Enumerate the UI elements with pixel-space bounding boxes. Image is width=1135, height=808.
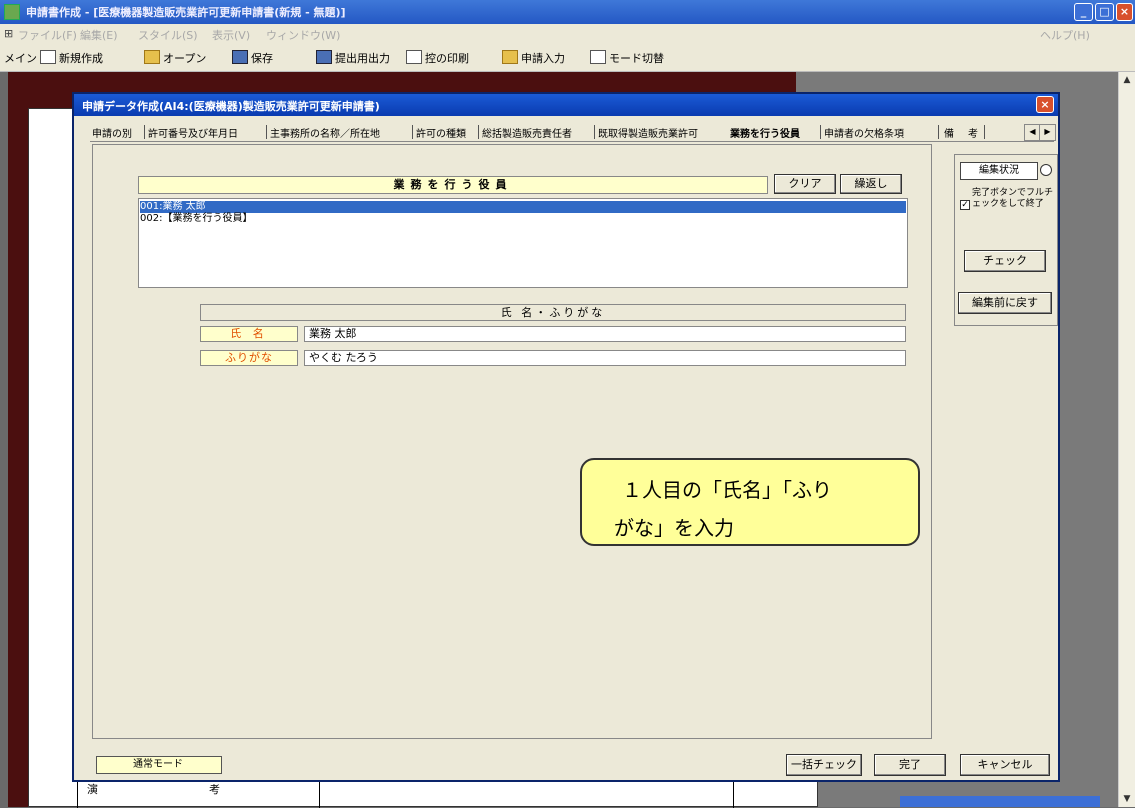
officer-list[interactable]: 001:業務 太郎 002:【業務を行う役員】 bbox=[138, 198, 908, 288]
bulk-check-button[interactable]: 一括チェック bbox=[786, 754, 862, 776]
menu-help[interactable]: ヘルプ(H) bbox=[1040, 27, 1090, 43]
menu-app-icon: ⊞ bbox=[4, 27, 14, 40]
toolbar: メイン 新規作成 オープン 保存 提出用出力 控の印刷 申請入力 モード切替 bbox=[0, 44, 1135, 72]
import-button[interactable]: 申請入力 bbox=[502, 50, 565, 66]
tab-strip: 申請の別 許可番号及び年月日 主事務所の名称／所在地 許可の種類 総括製造販売責… bbox=[90, 122, 1056, 142]
check-button[interactable]: チェック bbox=[964, 250, 1046, 272]
export-button[interactable]: 提出用出力 bbox=[316, 50, 390, 66]
folder-open-icon bbox=[144, 50, 160, 64]
cancel-button[interactable]: キャンセル bbox=[960, 754, 1050, 776]
dialog-title-bar: 申請データ作成(AI4:(医療機器)製造販売業許可更新申請書) × bbox=[74, 94, 1058, 116]
tab-main-office[interactable]: 主事務所の名称／所在地 bbox=[270, 125, 380, 140]
doc-cell-text: 演 bbox=[87, 783, 98, 796]
document-scrollbar[interactable]: ▲ ▼ bbox=[1118, 72, 1135, 807]
dialog-close-button[interactable]: × bbox=[1036, 96, 1054, 113]
open-button[interactable]: オープン bbox=[144, 50, 206, 66]
folder-open-icon bbox=[502, 50, 518, 64]
close-button[interactable]: × bbox=[1116, 3, 1133, 21]
kana-label: ふりがな bbox=[200, 350, 298, 366]
tab-disqualification[interactable]: 申請者の欠格条項 bbox=[824, 125, 904, 140]
revert-button[interactable]: 編集前に戻す bbox=[958, 292, 1052, 314]
clear-button[interactable]: クリア bbox=[774, 174, 836, 194]
minimize-button[interactable]: _ bbox=[1074, 3, 1093, 21]
doc-cell-text: 考 bbox=[209, 783, 220, 796]
name-kana-header: 氏 名・ふりがな bbox=[200, 304, 906, 321]
data-entry-dialog: 申請データ作成(AI4:(医療機器)製造販売業許可更新申請書) × 申請の別 許… bbox=[72, 92, 1060, 782]
scroll-up-icon[interactable]: ▲ bbox=[1119, 72, 1135, 88]
tab-application-type[interactable]: 申請の別 bbox=[92, 125, 132, 140]
name-input[interactable]: 業務 太郎 bbox=[304, 326, 906, 342]
print-button[interactable]: 控の印刷 bbox=[406, 50, 469, 66]
new-button[interactable]: 新規作成 bbox=[40, 50, 103, 66]
mode-switch-icon bbox=[590, 50, 606, 64]
toolbar-main-label: メイン bbox=[4, 52, 37, 65]
menu-view[interactable]: 表示(V) bbox=[212, 27, 250, 43]
scroll-down-icon[interactable]: ▼ bbox=[1119, 791, 1135, 807]
mode-switch-button[interactable]: モード切替 bbox=[590, 50, 664, 66]
name-label: 氏 名 bbox=[200, 326, 298, 342]
full-check-checkbox[interactable]: ✓ bbox=[960, 200, 970, 210]
printer-icon bbox=[406, 50, 422, 64]
floppy-icon bbox=[316, 50, 332, 64]
callout-line-2: がな」を入力 bbox=[614, 516, 734, 540]
edit-status-label: 編集状況 bbox=[960, 162, 1038, 180]
new-doc-icon bbox=[40, 50, 56, 64]
maximize-button[interactable]: □ bbox=[1095, 3, 1114, 21]
tab-general-manager[interactable]: 総括製造販売責任者 bbox=[482, 125, 572, 140]
tab-license-type[interactable]: 許可の種類 bbox=[416, 125, 466, 140]
repeat-button[interactable]: 繰返し bbox=[840, 174, 902, 194]
app-title: 申請書作成 - [医療機器製造販売業許可更新申請書(新規 - 無題)] bbox=[26, 6, 346, 19]
callout-line-1: １人目の「氏名」「ふり bbox=[622, 478, 832, 502]
instruction-callout: １人目の「氏名」「ふり がな」を入力 bbox=[580, 458, 920, 546]
tab-remarks-2[interactable]: 考 bbox=[968, 125, 978, 140]
edit-status-indicator bbox=[1040, 164, 1052, 176]
section-title: 業務を行う役員 bbox=[138, 176, 768, 194]
save-button[interactable]: 保存 bbox=[232, 50, 273, 66]
full-check-label: 完了ボタンでフルチェックをして終了 bbox=[972, 188, 1054, 209]
dialog-title: 申請データ作成(AI4:(医療機器)製造販売業許可更新申請書) bbox=[82, 100, 380, 113]
app-title-bar: 申請書作成 - [医療機器製造販売業許可更新申請書(新規 - 無題)] _ □ … bbox=[0, 0, 1135, 24]
tab-license-number[interactable]: 許可番号及び年月日 bbox=[148, 125, 238, 140]
tab-officers[interactable]: 業務を行う役員 bbox=[730, 125, 800, 140]
menu-edit[interactable]: 編集(E) bbox=[80, 27, 118, 43]
menu-bar: ⊞ ファイル(F) 編集(E) スタイル(S) 表示(V) ウィンドウ(W) ヘ… bbox=[0, 24, 1135, 44]
floppy-icon bbox=[232, 50, 248, 64]
app-icon bbox=[4, 4, 20, 20]
list-item[interactable]: 002:【業務を行う役員】 bbox=[140, 213, 252, 225]
list-item[interactable]: 001:業務 太郎 bbox=[140, 201, 906, 213]
menu-window[interactable]: ウィンドウ(W) bbox=[266, 27, 340, 43]
kana-input[interactable]: やくむ たろう bbox=[304, 350, 906, 366]
done-button[interactable]: 完了 bbox=[874, 754, 946, 776]
tab-scroll-right-icon[interactable]: ▶ bbox=[1039, 124, 1056, 141]
taskbar-strip bbox=[900, 796, 1100, 807]
menu-file[interactable]: ファイル(F) bbox=[18, 27, 77, 43]
menu-style[interactable]: スタイル(S) bbox=[138, 27, 198, 43]
tab-existing-license[interactable]: 既取得製造販売業許可 bbox=[598, 125, 698, 140]
tab-remarks-1[interactable]: 備 bbox=[944, 125, 954, 140]
mode-indicator: 通常モード bbox=[96, 756, 222, 774]
